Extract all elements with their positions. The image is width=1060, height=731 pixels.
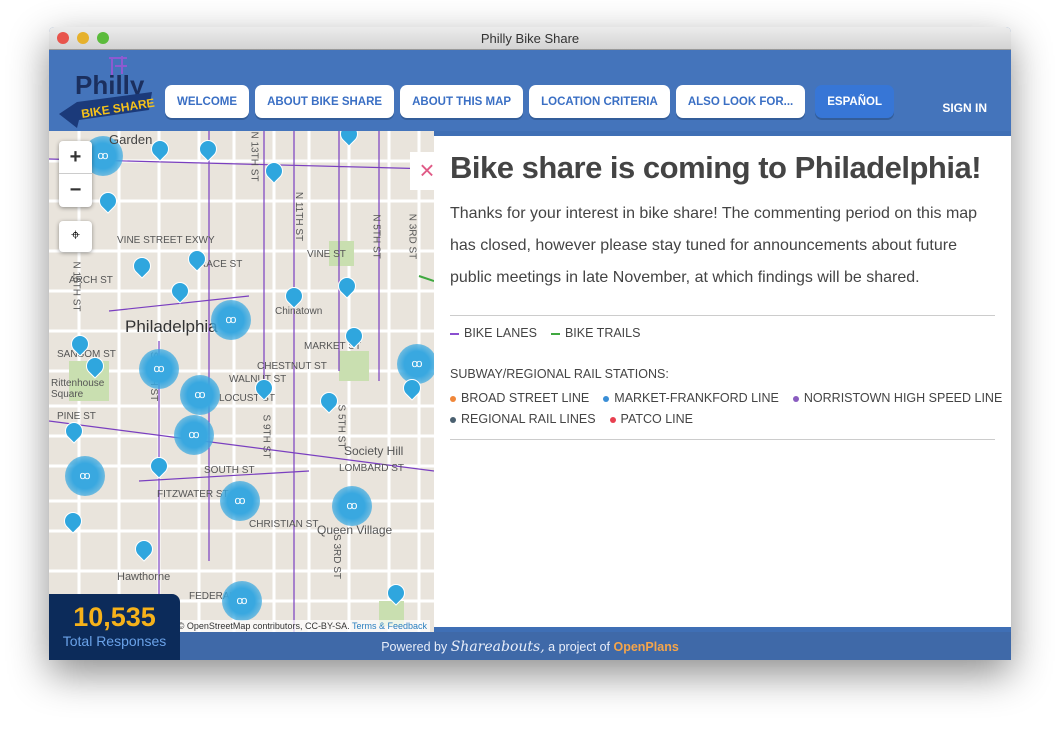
divider xyxy=(450,315,995,316)
line-swatch-icon xyxy=(550,332,560,335)
map-label: LOMBARD ST xyxy=(339,463,405,474)
dot-icon xyxy=(450,416,456,423)
nav-about-this-map[interactable]: ABOUT THIS MAP xyxy=(400,85,524,118)
nav-espanol[interactable]: ESPAÑOL xyxy=(815,85,894,118)
map-label: SANSOM ST xyxy=(57,349,116,360)
map-attribution: © OpenStreetMap contributors, CC-BY-SA. … xyxy=(174,620,430,632)
cluster-marker[interactable]: ꝏ xyxy=(211,300,251,340)
panel-intro: Thanks for your interest in bike share! … xyxy=(450,205,978,286)
map-label: Chinatown xyxy=(275,306,323,317)
close-panel-button[interactable]: × xyxy=(410,152,444,190)
cluster-marker[interactable]: ꝏ xyxy=(139,349,179,389)
legend-broad-street: BROAD STREET LINE xyxy=(450,391,589,405)
response-count: 10,535 xyxy=(73,602,156,632)
sign-in-link[interactable]: SIGN IN xyxy=(942,101,987,115)
header: Philly BIKE SHARE WELCOME ABOUT BIKE SHA… xyxy=(49,50,1011,131)
info-panel: × Bike share is coming to Philadelphia! … xyxy=(410,136,1011,627)
map-label: VINE ST xyxy=(307,249,346,260)
cluster-marker[interactable]: ꝏ xyxy=(65,456,105,496)
terms-feedback-link[interactable]: Terms & Feedback xyxy=(352,621,427,631)
map-label: S 9TH ST xyxy=(260,414,272,459)
zoom-window-button[interactable] xyxy=(97,32,109,44)
legend-label: BIKE TRAILS xyxy=(564,326,641,340)
stations-legend-row2: REGIONAL RAIL LINES PATCO LINE xyxy=(450,412,693,426)
zoom-out-button[interactable]: − xyxy=(59,174,92,207)
dot-icon xyxy=(609,416,616,423)
line-swatch-icon xyxy=(450,332,459,335)
cluster-marker[interactable]: ꝏ xyxy=(222,581,262,621)
cluster-marker[interactable]: ꝏ xyxy=(180,375,220,415)
main-nav: WELCOME ABOUT BIKE SHARE ABOUT THIS MAP … xyxy=(165,85,894,118)
legend-label: NORRISTOWN HIGH SPEED LINE xyxy=(803,391,1003,405)
nav-also-look-for[interactable]: ALSO LOOK FOR... xyxy=(675,85,806,118)
openplans-link[interactable]: OpenPlans xyxy=(613,640,678,654)
dot-icon xyxy=(603,395,610,402)
nav-about-bike-share[interactable]: ABOUT BIKE SHARE xyxy=(255,85,395,118)
panel-title: Bike share is coming to Philadelphia! xyxy=(450,150,982,185)
dot-icon xyxy=(450,395,456,402)
map-label: SOUTH ST xyxy=(204,465,255,476)
map-label: VINE STREET EXWY xyxy=(117,235,215,246)
map-label: N 3RD ST xyxy=(406,213,418,260)
legend-bike-trails: BIKE TRAILS xyxy=(550,326,641,340)
powered-by-text: Powered by xyxy=(381,640,448,654)
crosshair-icon: ⌖ xyxy=(70,227,80,244)
attribution-text: © OpenStreetMap contributors, CC-BY-SA. xyxy=(177,621,350,631)
footer: Powered by Shareabouts, a project of Ope… xyxy=(49,632,1011,660)
stations-legend-row1: BROAD STREET LINE MARKET-FRANKFORD LINE … xyxy=(450,391,1002,405)
legend-patco: PATCO LINE xyxy=(609,412,694,426)
philly-bike-share-logo[interactable]: Philly BIKE SHARE xyxy=(57,52,157,130)
map-label: CHRISTIAN ST xyxy=(249,519,319,530)
map-label: N 13TH ST xyxy=(248,131,260,182)
lanes-legend: BIKE LANES BIKE TRAILS xyxy=(450,326,640,340)
map-label: Garden xyxy=(109,132,153,147)
legend-market-frankford: MARKET-FRANKFORD LINE xyxy=(603,391,779,405)
map-label: Society Hill xyxy=(344,444,404,458)
map-label: FITZWATER ST xyxy=(157,489,229,500)
legend-bike-lanes: BIKE LANES xyxy=(450,326,537,340)
title-bar: Philly Bike Share xyxy=(49,27,1011,50)
map[interactable]: Garden VINE STREET EXWY VINE ST ARCH ST … xyxy=(49,131,434,632)
window-title: Philly Bike Share xyxy=(480,31,580,46)
legend-regional-rail: REGIONAL RAIL LINES xyxy=(450,412,596,426)
map-label: S 5TH ST xyxy=(335,404,347,449)
response-counter: 10,535 Total Responses xyxy=(49,594,180,660)
minimize-window-button[interactable] xyxy=(77,32,89,44)
legend-label: MARKET-FRANKFORD LINE xyxy=(614,391,779,405)
cluster-marker[interactable]: ꝏ xyxy=(332,486,372,526)
map-label: PINE ST xyxy=(57,411,96,422)
map-label-city: Philadelphia xyxy=(125,317,218,336)
legend-label: REGIONAL RAIL LINES xyxy=(461,412,596,426)
map-label: Rittenhouse Square xyxy=(51,378,105,400)
locate-me-button[interactable]: ⌖ xyxy=(59,221,92,252)
cluster-marker[interactable]: ꝏ xyxy=(174,415,214,455)
browser-window: Philly Bike Share Philly BIKE SHARE WELC… xyxy=(49,27,1011,660)
project-of-text: a project of xyxy=(548,640,610,654)
map-label: Hawthorne xyxy=(117,571,171,583)
legend-norristown: NORRISTOWN HIGH SPEED LINE xyxy=(792,391,1003,405)
cluster-marker[interactable]: ꝏ xyxy=(397,344,434,384)
map-label: N 11TH ST xyxy=(293,191,305,242)
legend-label: BIKE LANES xyxy=(464,326,537,340)
zoom-control: + − xyxy=(59,141,92,207)
nav-location-criteria[interactable]: LOCATION CRITERIA xyxy=(529,85,670,118)
divider xyxy=(450,439,995,440)
nav-welcome[interactable]: WELCOME xyxy=(165,85,250,118)
stations-heading: SUBWAY/REGIONAL RAIL STATIONS: xyxy=(450,367,669,381)
legend-label: BROAD STREET LINE xyxy=(461,391,590,405)
shareabouts-link[interactable]: Shareabouts, xyxy=(451,639,545,655)
legend-label: PATCO LINE xyxy=(620,412,694,426)
zoom-in-button[interactable]: + xyxy=(59,141,92,174)
map-label: S 3RD ST xyxy=(331,533,343,580)
dot-icon xyxy=(792,395,799,402)
cluster-marker[interactable]: ꝏ xyxy=(220,481,260,521)
map-label: N 5TH ST xyxy=(370,214,382,259)
map-label: CHESTNUT ST xyxy=(257,361,327,372)
map-label: N 18TH ST xyxy=(70,261,82,312)
close-window-button[interactable] xyxy=(57,32,69,44)
response-count-label: Total Responses xyxy=(62,633,167,649)
